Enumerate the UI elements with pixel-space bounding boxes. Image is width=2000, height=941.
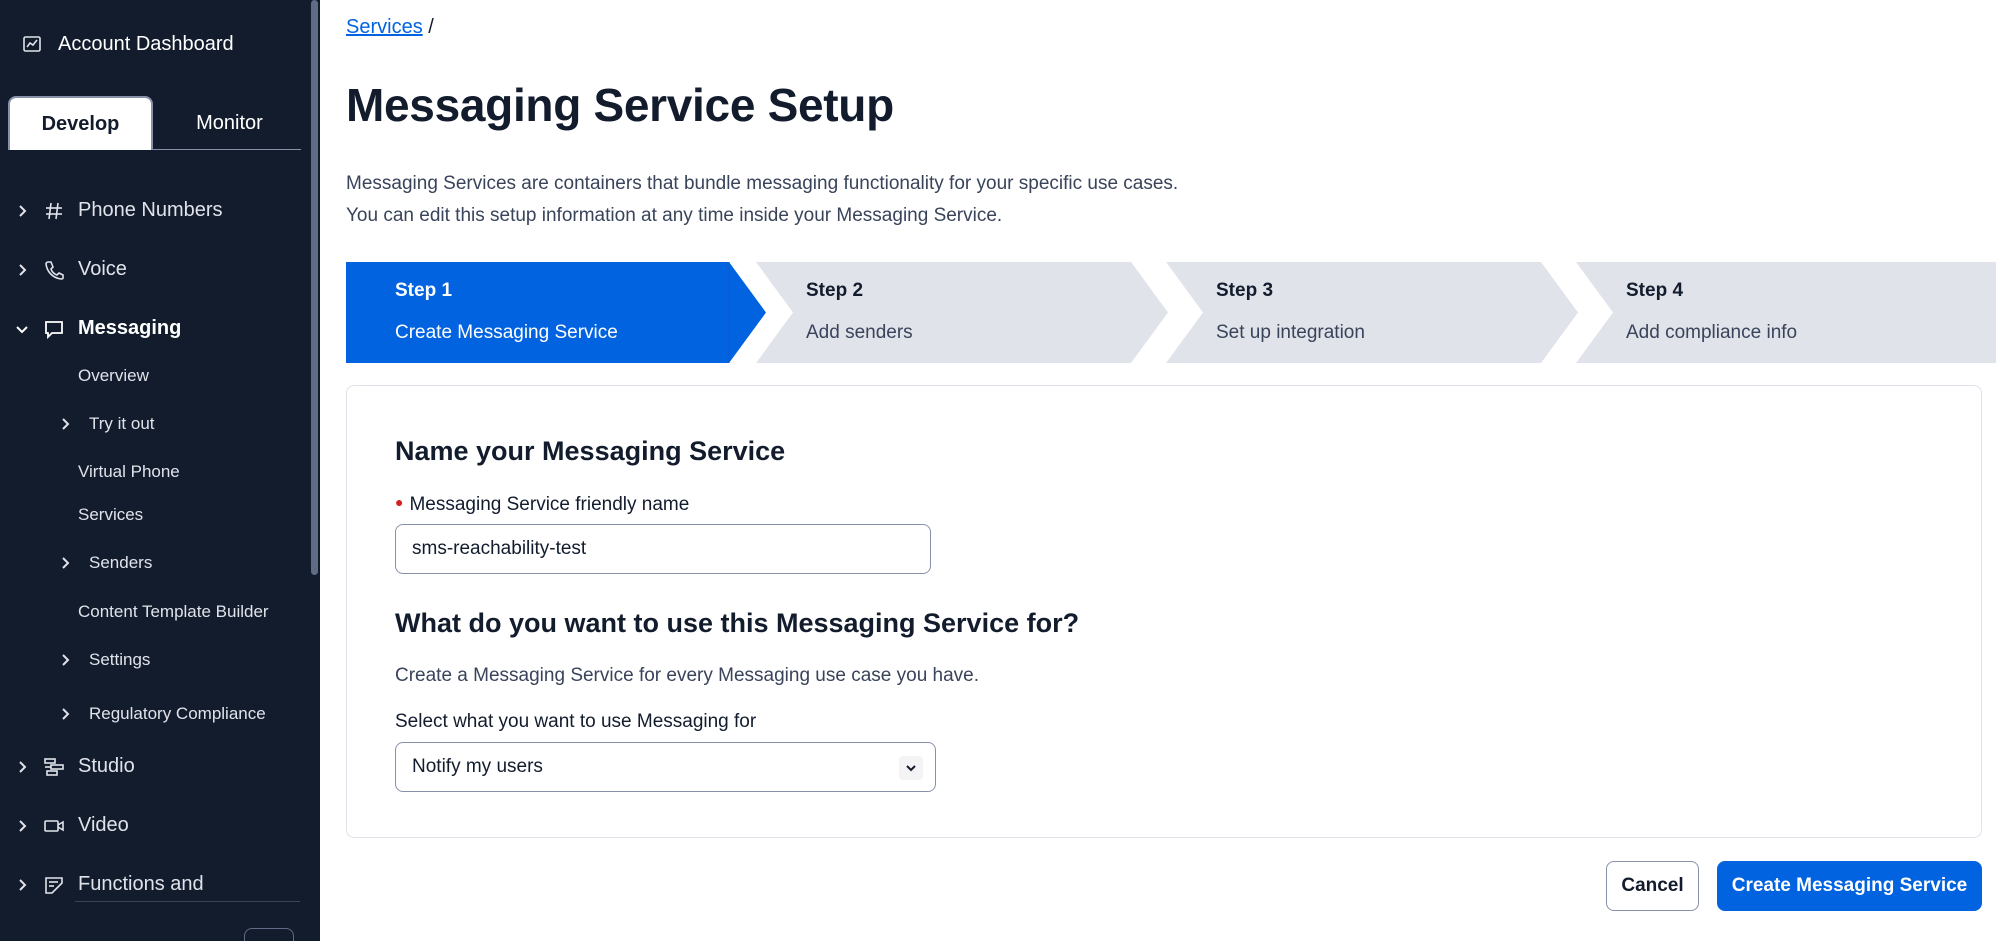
chevron-right-icon bbox=[19, 879, 27, 891]
chevron-right-icon bbox=[62, 654, 70, 666]
chevron-right-icon bbox=[19, 264, 27, 276]
subitem-label: Content Template Builder bbox=[78, 602, 269, 621]
use-case-select-label: Select what you want to use Messaging fo… bbox=[395, 711, 757, 732]
sidebar-item-label: Video bbox=[78, 814, 129, 836]
sidebar-item-voice[interactable]: Voice bbox=[0, 256, 310, 284]
sidebar-item-label: Functions and bbox=[78, 873, 204, 895]
sidebar-item-studio[interactable]: Studio bbox=[0, 753, 310, 781]
breadcrumb-services-link[interactable]: Services bbox=[346, 16, 423, 38]
breadcrumb: Services / bbox=[346, 16, 434, 39]
step-1-shape bbox=[346, 262, 766, 363]
step-4-shape bbox=[1576, 262, 1996, 363]
subitem-label: Virtual Phone bbox=[78, 462, 180, 481]
sidebar-item-label: Phone Numbers bbox=[78, 199, 223, 221]
setup-form-card: Name your Messaging Service ● Messaging S… bbox=[346, 385, 1982, 838]
sidebar-item-messaging[interactable]: Messaging bbox=[0, 315, 310, 343]
sidebar-subitem-overview[interactable]: Overview bbox=[0, 361, 310, 391]
subitem-label: Services bbox=[78, 505, 144, 524]
step-number: Step 4 bbox=[1626, 280, 1684, 301]
sidebar-item-label: Studio bbox=[78, 755, 135, 777]
subitem-label: Settings bbox=[89, 650, 151, 669]
friendly-name-label: ● Messaging Service friendly name bbox=[395, 494, 689, 516]
step-3[interactable]: Step 3 Set up integration bbox=[1166, 262, 1578, 363]
hash-icon bbox=[46, 202, 62, 220]
step-number: Step 3 bbox=[1216, 280, 1274, 301]
breadcrumb-separator: / bbox=[428, 16, 434, 38]
chat-bubble-icon bbox=[45, 321, 63, 340]
sidebar-item-video[interactable]: Video bbox=[0, 812, 310, 840]
tab-monitor[interactable]: Monitor bbox=[158, 96, 301, 150]
sidebar-item-phone-numbers[interactable]: Phone Numbers bbox=[0, 197, 310, 225]
sidebar-divider bbox=[75, 901, 300, 902]
progress-stepper: Step 1 Create Messaging Service Step 2 A… bbox=[346, 262, 1996, 363]
chevron-down-icon bbox=[906, 765, 916, 772]
chevron-right-icon bbox=[62, 418, 70, 430]
dashboard-icon bbox=[23, 36, 41, 52]
sidebar-tabs: Develop Monitor bbox=[8, 96, 301, 150]
description-line-2: You can edit this setup information at a… bbox=[346, 205, 1003, 226]
select-chevron bbox=[899, 756, 923, 780]
sidebar: Account Dashboard Develop Monitor Phone … bbox=[0, 0, 320, 941]
sidebar-scrollbar[interactable] bbox=[311, 0, 318, 575]
friendly-name-input[interactable] bbox=[395, 524, 931, 574]
sidebar-subitem-senders[interactable]: Senders bbox=[0, 548, 310, 578]
sidebar-item-label: Messaging bbox=[78, 317, 182, 339]
sidebar-collapse-button[interactable] bbox=[244, 928, 294, 941]
step-number: Step 1 bbox=[395, 280, 453, 301]
step-1[interactable]: Step 1 Create Messaging Service bbox=[346, 262, 766, 363]
use-case-select[interactable]: Notify my users bbox=[395, 742, 936, 792]
step-label: Create Messaging Service bbox=[395, 322, 618, 343]
step-label: Set up integration bbox=[1216, 322, 1365, 343]
chevron-right-icon bbox=[19, 820, 27, 832]
phone-icon bbox=[45, 261, 64, 280]
sidebar-item-label: Voice bbox=[78, 258, 127, 280]
subitem-label: Regulatory Compliance bbox=[89, 704, 266, 723]
page-description: Messaging Services are containers that b… bbox=[346, 168, 1178, 232]
subitem-label: Overview bbox=[78, 366, 149, 385]
step-label: Add compliance info bbox=[1626, 322, 1798, 343]
subitem-label: Try it out bbox=[89, 414, 155, 433]
name-section-heading: Name your Messaging Service bbox=[395, 436, 786, 466]
step-3-shape bbox=[1166, 262, 1578, 363]
description-line-1: Messaging Services are containers that b… bbox=[346, 173, 1179, 194]
sidebar-subitem-settings[interactable]: Settings bbox=[0, 645, 310, 675]
functions-icon bbox=[45, 877, 63, 894]
step-2-shape bbox=[756, 262, 1168, 363]
step-label: Add senders bbox=[806, 322, 913, 343]
use-case-selected-value: Notify my users bbox=[412, 756, 543, 777]
page-title: Messaging Service Setup bbox=[346, 79, 894, 131]
sidebar-subitem-services[interactable]: Services bbox=[0, 500, 310, 530]
chevron-right-icon bbox=[19, 205, 27, 217]
studio-flow-icon bbox=[44, 758, 64, 776]
step-2[interactable]: Step 2 Add senders bbox=[756, 262, 1168, 363]
account-dashboard-label: Account Dashboard bbox=[58, 32, 234, 55]
video-camera-icon bbox=[44, 820, 64, 832]
cancel-button[interactable]: Cancel bbox=[1606, 861, 1699, 911]
sidebar-subitem-try-it-out[interactable]: Try it out bbox=[0, 409, 310, 439]
sidebar-subitem-virtual-phone[interactable]: Virtual Phone bbox=[0, 457, 310, 487]
chevron-right-icon bbox=[62, 708, 70, 720]
sidebar-subitem-content-template-builder[interactable]: Content Template Builder bbox=[0, 597, 310, 627]
use-case-help-text: Create a Messaging Service for every Mes… bbox=[395, 665, 980, 686]
subitem-label: Senders bbox=[89, 553, 153, 572]
tab-develop[interactable]: Develop bbox=[8, 96, 153, 150]
chevron-right-icon bbox=[19, 761, 27, 773]
account-dashboard-link[interactable]: Account Dashboard bbox=[22, 30, 234, 58]
chevron-down-icon bbox=[16, 326, 28, 334]
sidebar-subitem-regulatory-compliance[interactable]: Regulatory Compliance bbox=[0, 699, 310, 729]
create-messaging-service-button[interactable]: Create Messaging Service bbox=[1717, 861, 1982, 911]
chevron-right-icon bbox=[62, 557, 70, 569]
friendly-name-label-text: Messaging Service friendly name bbox=[409, 494, 690, 515]
main-content: Services / Messaging Service Setup Messa… bbox=[320, 0, 2000, 941]
sidebar-item-functions[interactable]: Functions and bbox=[0, 871, 310, 899]
use-case-heading: What do you want to use this Messaging S… bbox=[395, 608, 1080, 638]
step-number: Step 2 bbox=[806, 280, 864, 301]
step-4[interactable]: Step 4 Add compliance info bbox=[1576, 262, 1996, 363]
required-indicator-icon: ● bbox=[395, 494, 404, 510]
